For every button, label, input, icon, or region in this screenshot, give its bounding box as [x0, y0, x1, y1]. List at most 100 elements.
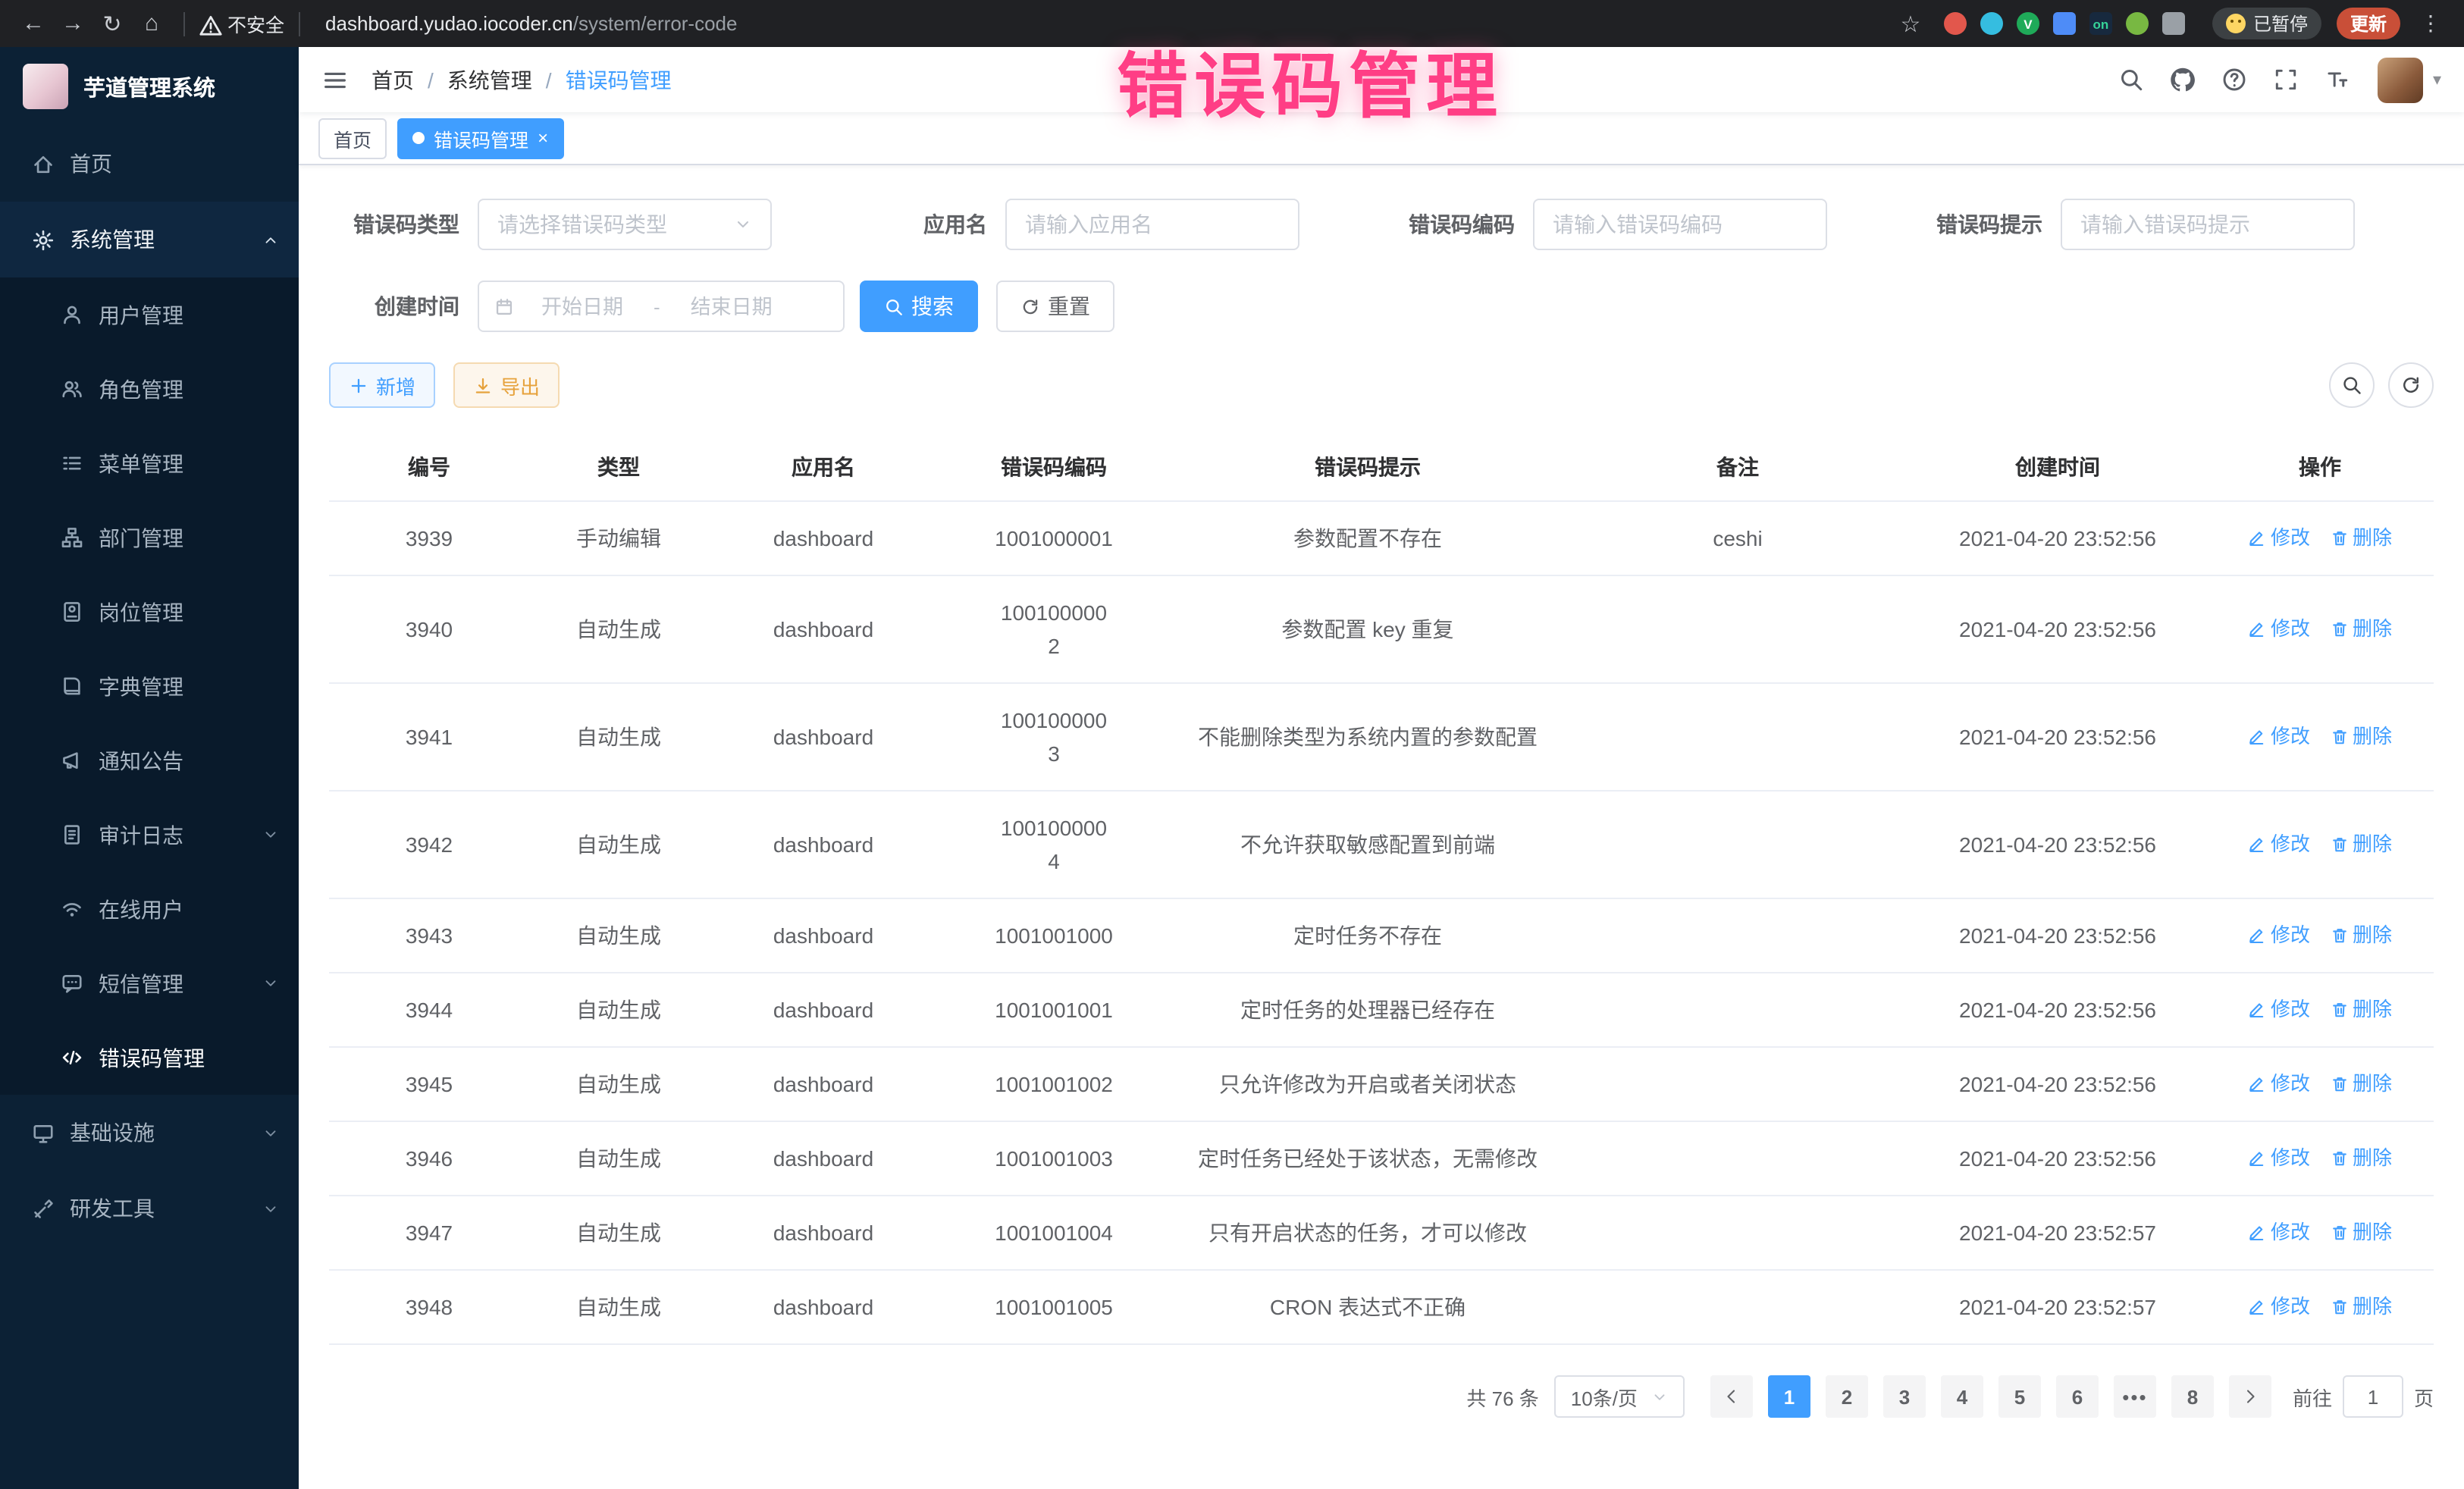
back-icon[interactable]: ←	[15, 7, 52, 40]
sidebar-item-user[interactable]: 用户管理	[0, 277, 299, 352]
error-hint-input[interactable]	[2061, 199, 2355, 250]
tools-icon	[32, 1197, 55, 1220]
app-logo[interactable]: 芋道管理系统	[0, 47, 299, 126]
hamburger-icon[interactable]	[321, 66, 349, 93]
edit-link[interactable]: 修改	[2248, 1142, 2310, 1175]
reload-icon[interactable]: ↻	[94, 7, 130, 40]
page-button-2[interactable]: 2	[1826, 1375, 1868, 1418]
extension-on-badge-icon[interactable]: on	[2089, 12, 2112, 35]
security-chip[interactable]: 不安全	[199, 9, 284, 38]
delete-link[interactable]: 删除	[2330, 828, 2392, 861]
goto-page-input[interactable]	[2343, 1375, 2403, 1418]
browser-menu-icon[interactable]: ⋮	[2412, 7, 2449, 40]
date-end-input[interactable]	[666, 295, 797, 318]
search-icon	[2119, 67, 2145, 92]
delete-link[interactable]: 删除	[2330, 1290, 2392, 1324]
header-search-icon[interactable]	[2119, 67, 2145, 92]
add-button[interactable]: 新增	[329, 362, 435, 408]
address-bar[interactable]: dashboard.yudao.iocoder.cn/system/error-…	[325, 12, 737, 35]
extension-red-circle-icon[interactable]	[1944, 12, 1967, 35]
extension-blue-grid-icon[interactable]	[2053, 12, 2076, 35]
breadcrumb-item[interactable]: 系统管理	[447, 64, 532, 95]
search-button[interactable]: 搜索	[860, 281, 978, 332]
forward-icon[interactable]: →	[55, 7, 91, 40]
delete-link[interactable]: 删除	[2330, 1216, 2392, 1249]
export-button[interactable]: 导出	[453, 362, 560, 408]
extension-puzzle-icon[interactable]	[2162, 12, 2185, 35]
page-button-6[interactable]: 6	[2056, 1375, 2099, 1418]
delete-link[interactable]: 删除	[2330, 1067, 2392, 1101]
paused-badge[interactable]: 已暂停	[2212, 8, 2321, 39]
edit-link[interactable]: 修改	[2248, 828, 2310, 861]
log-icon	[61, 823, 83, 846]
edit-link[interactable]: 修改	[2248, 919, 2310, 952]
extension-teal-drop-icon[interactable]	[1980, 12, 2003, 35]
sidebar-item-error-code[interactable]: 错误码管理	[0, 1020, 299, 1095]
fullscreen-icon[interactable]	[2274, 67, 2299, 92]
edit-link[interactable]: 修改	[2248, 613, 2310, 646]
page-button-5[interactable]: 5	[1998, 1375, 2041, 1418]
pager-ellipsis[interactable]: •••	[2114, 1375, 2156, 1418]
sidebar-item-sms[interactable]: 短信管理	[0, 946, 299, 1020]
reset-button[interactable]: 重置	[996, 281, 1114, 332]
edit-link[interactable]: 修改	[2248, 993, 2310, 1027]
font-size-icon[interactable]	[2325, 67, 2351, 92]
tag-错误码管理[interactable]: 错误码管理×	[397, 118, 563, 158]
page-button-3[interactable]: 3	[1883, 1375, 1926, 1418]
sidebar-item-dev-tools[interactable]: 研发工具	[0, 1171, 299, 1246]
sidebar-item-dict[interactable]: 字典管理	[0, 649, 299, 723]
toggle-search-button[interactable]	[2329, 362, 2375, 408]
sidebar-item-home[interactable]: 首页	[0, 126, 299, 202]
delete-link[interactable]: 删除	[2330, 522, 2392, 555]
sidebar-item-post[interactable]: 岗位管理	[0, 575, 299, 649]
error-code-input[interactable]	[1533, 199, 1827, 250]
delete-link[interactable]: 删除	[2330, 613, 2392, 646]
extension-green-check-icon[interactable]: V	[2017, 12, 2039, 35]
next-page-button[interactable]	[2229, 1375, 2271, 1418]
tag-首页[interactable]: 首页	[318, 118, 387, 158]
cell-time: 2021-04-20 23:52:56	[1909, 1122, 2206, 1195]
bookmark-star-icon[interactable]: ☆	[1892, 7, 1929, 40]
sidebar-item-system[interactable]: 系统管理	[0, 202, 299, 277]
date-start-input[interactable]	[517, 295, 647, 318]
delete-link[interactable]: 删除	[2330, 919, 2392, 952]
page-button-8[interactable]: 8	[2171, 1375, 2214, 1418]
sidebar-item-role[interactable]: 角色管理	[0, 352, 299, 426]
cell-operations: 修改删除	[2206, 973, 2434, 1046]
sidebar-item-notice[interactable]: 通知公告	[0, 723, 299, 798]
tag-close-icon[interactable]: ×	[538, 129, 548, 147]
delete-link[interactable]: 删除	[2330, 993, 2392, 1027]
date-range-picker[interactable]: -	[478, 281, 845, 332]
prev-page-button[interactable]	[1710, 1375, 1753, 1418]
app-name-input[interactable]	[1005, 199, 1299, 250]
page-size-select[interactable]: 10条/页	[1554, 1375, 1685, 1418]
edit-icon	[2248, 620, 2266, 638]
error-code-type-select[interactable]: 请选择错误码类型	[478, 199, 772, 250]
sidebar-item-infra[interactable]: 基础设施	[0, 1095, 299, 1171]
browser-home-icon[interactable]: ⌂	[133, 7, 170, 40]
avatar-caret-icon[interactable]: ▾	[2433, 70, 2441, 89]
edit-link[interactable]: 修改	[2248, 522, 2310, 555]
edit-link[interactable]: 修改	[2248, 1067, 2310, 1101]
help-icon[interactable]	[2222, 67, 2248, 92]
delete-link[interactable]: 删除	[2330, 720, 2392, 754]
breadcrumb-item[interactable]: 首页	[371, 64, 414, 95]
edit-link[interactable]: 修改	[2248, 1290, 2310, 1324]
page-button-4[interactable]: 4	[1941, 1375, 1983, 1418]
extension-green-leaf-icon[interactable]	[2126, 12, 2149, 35]
table-row: 3946自动生成dashboard1001001003定时任务已经处于该状态，无…	[329, 1122, 2434, 1196]
github-icon[interactable]	[2171, 67, 2196, 92]
page-button-1[interactable]: 1	[1768, 1375, 1810, 1418]
sidebar-item-online-user[interactable]: 在线用户	[0, 872, 299, 946]
edit-link[interactable]: 修改	[2248, 720, 2310, 754]
delete-link[interactable]: 删除	[2330, 1142, 2392, 1175]
update-button[interactable]: 更新	[2337, 8, 2400, 39]
column-header: 编号	[329, 452, 529, 482]
sidebar-item-menu[interactable]: 菜单管理	[0, 426, 299, 500]
user-avatar[interactable]	[2378, 57, 2424, 102]
sidebar-item-audit-log[interactable]: 审计日志	[0, 798, 299, 872]
refresh-table-button[interactable]	[2388, 362, 2434, 408]
cell-remark	[1566, 825, 1909, 864]
edit-link[interactable]: 修改	[2248, 1216, 2310, 1249]
sidebar-item-dept[interactable]: 部门管理	[0, 500, 299, 575]
